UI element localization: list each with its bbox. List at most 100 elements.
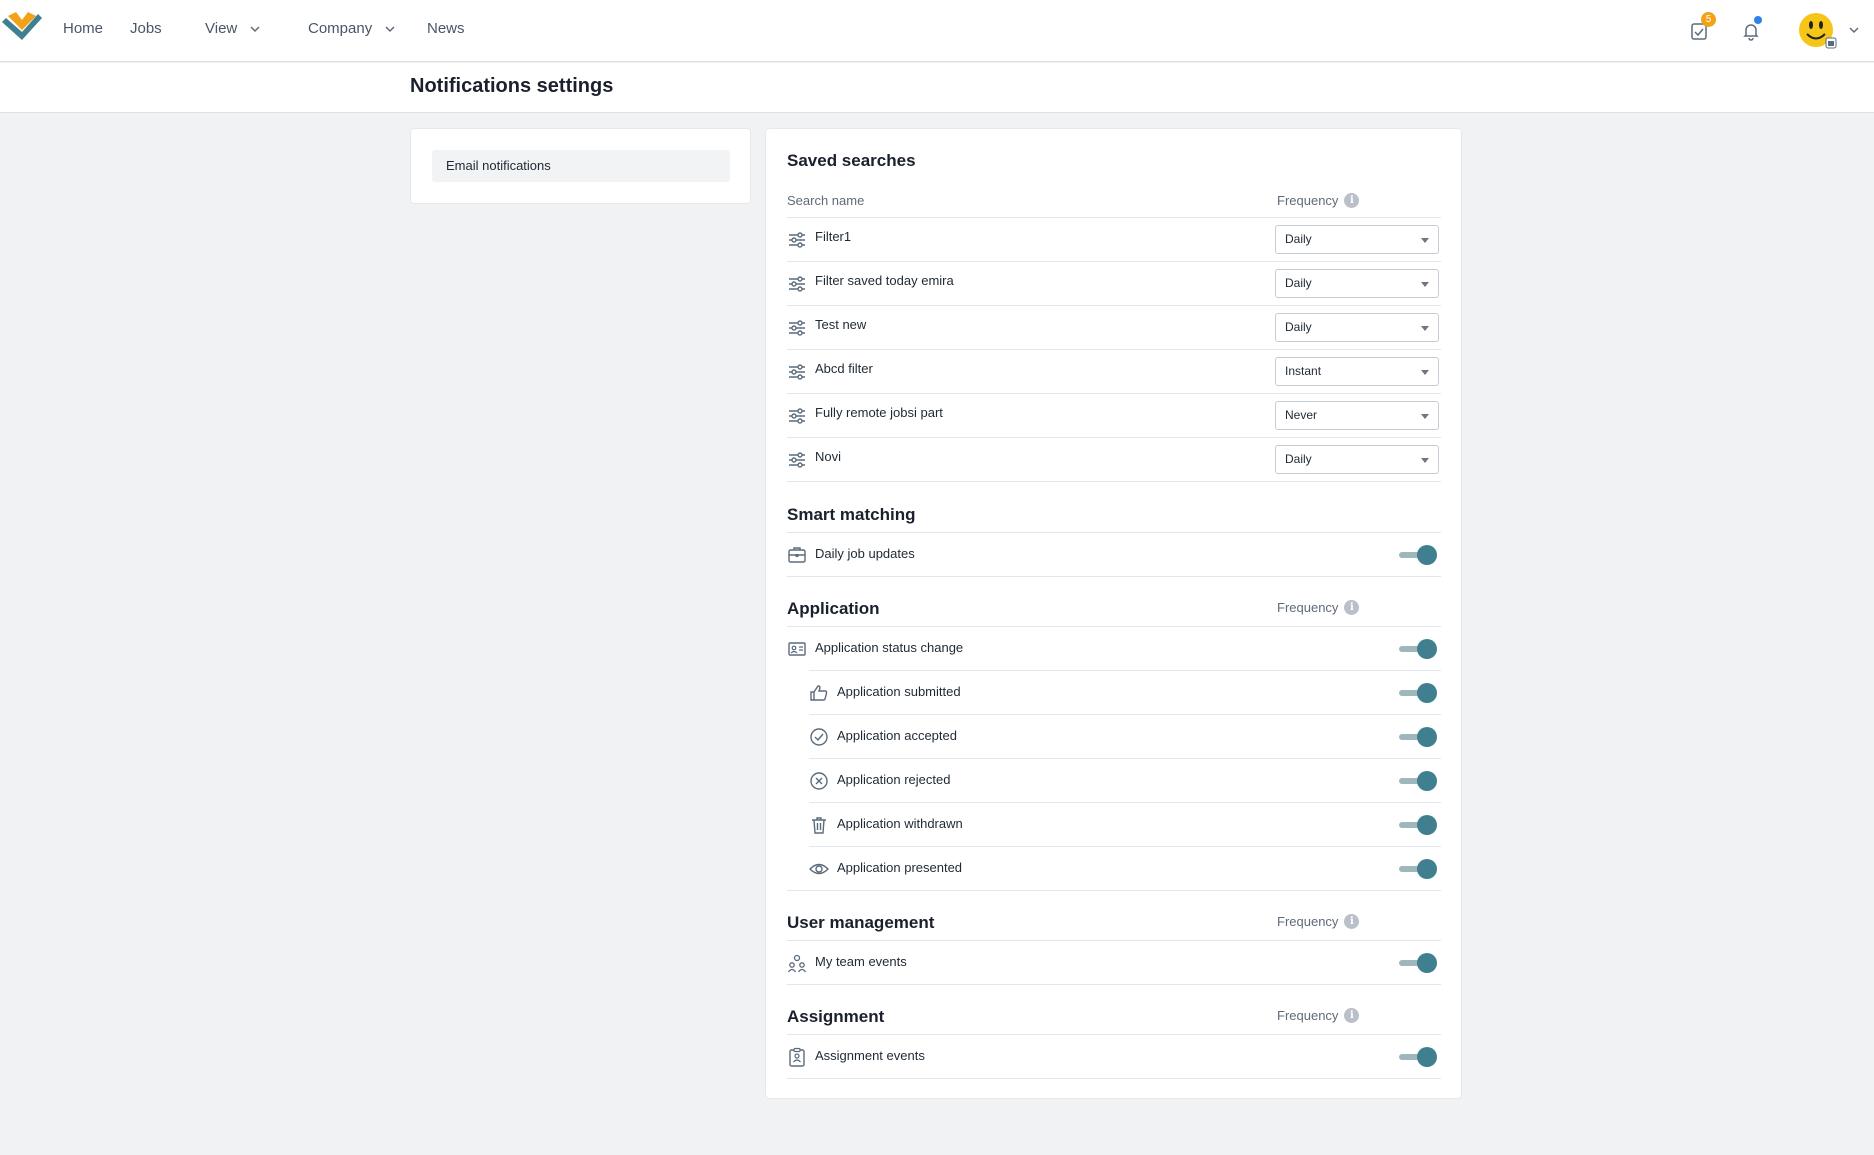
frequency-select[interactable]: Daily — [1275, 225, 1439, 254]
thumbs-up-icon — [810, 685, 828, 701]
chevron-down-icon[interactable] — [1848, 24, 1860, 36]
frequency-value: Instant — [1285, 364, 1322, 378]
team-icon — [787, 954, 807, 973]
frequency-value: Daily — [1285, 276, 1312, 290]
saved-search-name: Test new — [815, 317, 867, 332]
toggle-knob — [1417, 545, 1437, 565]
id-card-icon — [788, 642, 806, 656]
saved-search-name: Abcd filter — [815, 361, 873, 376]
section-title-smart-matching: Smart matching — [787, 505, 916, 524]
column-header-frequency: Frequency i — [1277, 193, 1360, 208]
divider — [787, 576, 1441, 577]
toggle-switch[interactable] — [1399, 727, 1437, 747]
saved-search-row: Abcd filter Instant — [787, 349, 1441, 393]
info-icon[interactable]: i — [1344, 193, 1360, 208]
nav-jobs[interactable]: Jobs — [130, 20, 162, 37]
saved-search-row: Novi Daily — [787, 437, 1441, 481]
setting-label: Application presented — [837, 860, 963, 875]
check-circle-icon — [810, 728, 828, 746]
setting-label: My team events — [815, 954, 907, 969]
frequency-select[interactable]: Instant — [1275, 357, 1439, 386]
dropdown-caret-icon — [1421, 370, 1429, 375]
toggle-switch[interactable] — [1399, 545, 1437, 565]
nav-news-label: News — [427, 20, 465, 37]
page-title: Notifications settings — [410, 75, 614, 97]
column-header-label: Frequency — [1277, 193, 1339, 208]
nav-home[interactable]: Home — [63, 20, 103, 37]
saved-search-row: Filter saved today emira Daily — [787, 261, 1441, 305]
filter-sliders-icon — [789, 364, 805, 380]
nav-news[interactable]: News — [427, 20, 465, 37]
toggle-switch[interactable] — [1399, 1047, 1437, 1067]
filter-sliders-icon — [789, 276, 805, 292]
toggle-switch[interactable] — [1399, 953, 1437, 973]
frequency-select[interactable]: Daily — [1275, 313, 1439, 342]
notifications-panel: Saved searches Search name Frequency i Fi… — [765, 128, 1462, 1099]
toggle-knob — [1417, 815, 1437, 835]
toggle-knob — [1417, 953, 1437, 973]
x-circle-icon — [810, 772, 828, 790]
nav-home-label: Home — [63, 20, 104, 37]
saved-search-row: Fully remote jobsi part Never — [787, 393, 1441, 437]
dropdown-caret-icon — [1421, 238, 1429, 243]
nav-jobs-label: Jobs — [130, 20, 162, 37]
trash-icon — [812, 817, 826, 834]
frequency-select[interactable]: Never — [1275, 401, 1439, 430]
smart-matching-row: Daily job updates — [787, 532, 1441, 576]
divider — [787, 481, 1441, 482]
setting-label: Daily job updates — [815, 546, 915, 561]
saved-search-row: Test new Daily — [787, 305, 1441, 349]
setting-label: Assignment events — [815, 1048, 925, 1063]
frequency-value: Daily — [1285, 232, 1312, 246]
info-icon[interactable]: i — [1344, 914, 1360, 929]
column-header-label: Frequency — [1277, 914, 1339, 929]
application-row: Application withdrawn — [809, 802, 1441, 846]
dropdown-caret-icon — [1421, 414, 1429, 419]
info-icon[interactable]: i — [1344, 1008, 1360, 1023]
toggle-switch[interactable] — [1399, 859, 1437, 879]
info-icon[interactable]: i — [1344, 600, 1360, 615]
tasks-count-badge: 5 — [1701, 12, 1716, 27]
application-row: Application accepted — [809, 714, 1441, 758]
tasks-button[interactable]: 5 — [1684, 12, 1716, 46]
setting-label: Application rejected — [837, 772, 951, 787]
dropdown-caret-icon — [1421, 458, 1429, 463]
section-title-saved-searches: Saved searches — [787, 151, 916, 170]
page-header: Notifications settings — [0, 63, 1874, 113]
frequency-value: Daily — [1285, 320, 1312, 334]
sidebar-item-email-notifications[interactable]: Email notifications — [432, 150, 730, 182]
frequency-select[interactable]: Daily — [1275, 445, 1439, 474]
application-row: Application submitted — [809, 670, 1441, 714]
column-header-label: Frequency — [1277, 1008, 1339, 1023]
section-title-application: Application — [787, 599, 880, 618]
filter-sliders-icon — [789, 320, 805, 336]
avatar[interactable] — [1798, 10, 1838, 50]
frequency-select[interactable]: Daily — [1275, 269, 1439, 298]
column-header-search-name: Search name — [787, 193, 864, 208]
nav-view[interactable]: View — [205, 20, 261, 37]
dropdown-caret-icon — [1421, 282, 1429, 287]
nav-view-label: View — [205, 20, 238, 37]
toggle-switch[interactable] — [1399, 815, 1437, 835]
notification-dot — [1754, 16, 1762, 24]
toggle-knob — [1417, 727, 1437, 747]
filter-sliders-icon — [789, 232, 805, 248]
section-title-user-management: User management — [787, 913, 935, 932]
user-management-row: My team events — [787, 940, 1441, 984]
saved-search-name: Novi — [815, 449, 842, 464]
filter-sliders-icon — [789, 452, 805, 468]
chevron-down-icon — [385, 25, 395, 32]
filter-sliders-icon — [789, 408, 805, 424]
toggle-knob — [1417, 859, 1437, 879]
notifications-button[interactable] — [1736, 16, 1766, 46]
eye-icon — [809, 863, 829, 875]
brand-logo[interactable] — [0, 10, 44, 50]
dropdown-caret-icon — [1421, 326, 1429, 331]
nav-company[interactable]: Company — [308, 20, 396, 37]
toggle-switch[interactable] — [1399, 639, 1437, 659]
chevron-down-icon — [250, 25, 260, 32]
toggle-switch[interactable] — [1399, 771, 1437, 791]
setting-label: Application withdrawn — [837, 816, 963, 831]
saved-search-name: Filter saved today emira — [815, 273, 954, 288]
toggle-switch[interactable] — [1399, 683, 1437, 703]
